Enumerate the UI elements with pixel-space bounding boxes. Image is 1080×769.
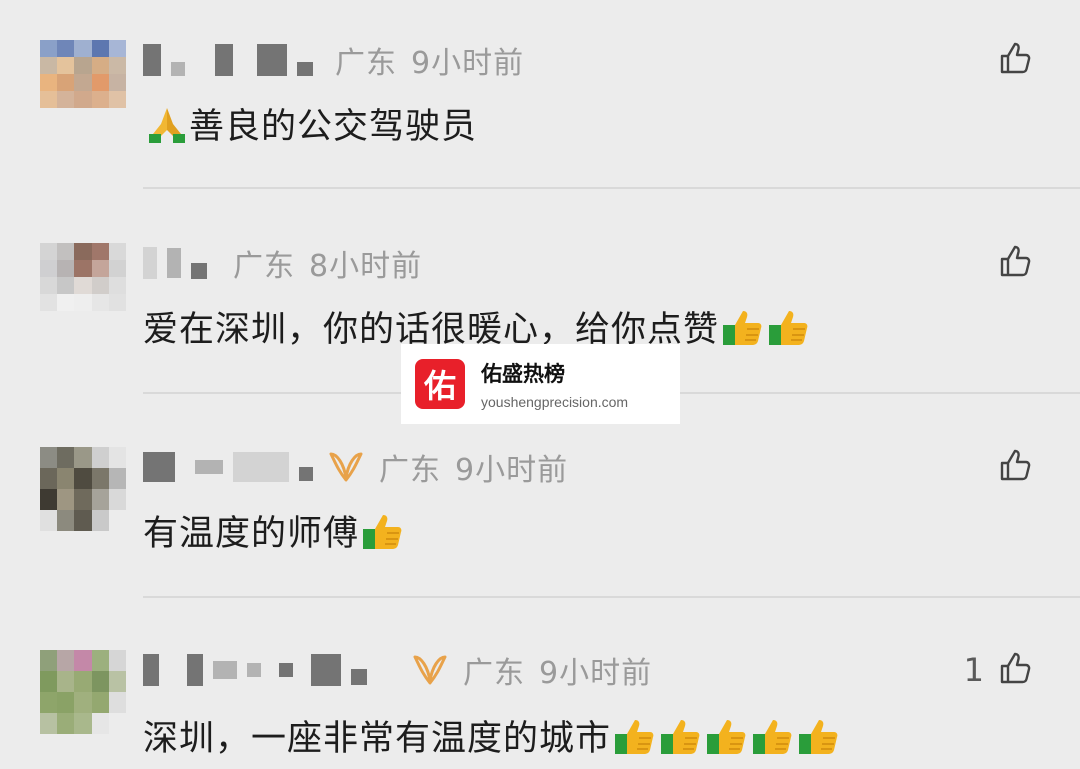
thumbs-up-icon [767,307,811,347]
thumbs-up-icon [361,511,405,551]
comment-region: 广东 [463,656,525,691]
thumbs-up-icon [659,716,703,756]
avatar[interactable] [40,650,126,734]
watermark-url: youshengprecision.com [481,394,629,410]
comment-body: 善良的公交驾驶员 [189,107,478,147]
thumbs-up-icon [613,716,657,756]
comment-region: 广东 [335,46,397,81]
comment-time: 9小时前 [411,46,525,81]
comment-region: 广东 [233,249,295,284]
avatar[interactable] [40,40,126,108]
like-button[interactable] [984,40,1034,80]
divider [143,596,1080,598]
comment-time: 9小时前 [455,453,569,488]
thumbs-up-outline-icon[interactable] [998,447,1034,487]
like-button[interactable] [984,243,1034,283]
avatar[interactable] [40,447,126,531]
like-count: 1 [963,651,984,689]
username-redacted[interactable] [143,452,313,482]
comment-region: 广东 [379,453,441,488]
thumbs-up-outline-icon[interactable] [998,40,1034,80]
member-badge-icon [327,450,365,484]
comment-text: 有温度的师傅 [143,505,405,556]
username-redacted[interactable] [143,247,207,279]
thumbs-up-outline-icon[interactable] [998,650,1034,690]
comment-text: 善良的公交驾驶员 [143,98,477,149]
thumbs-up-icon [797,716,841,756]
thumbs-up-icon [721,307,765,347]
watermark-text: 佑盛热榜 youshengprecision.com [481,358,628,410]
watermark-logo: 佑 [415,359,465,409]
comment-text: 深圳，一座非常有温度的城市 [143,710,841,761]
watermark-title: 佑盛热榜 [481,362,565,386]
thumbs-up-outline-icon[interactable] [998,243,1034,283]
comment-time: 9小时前 [539,656,653,691]
comment-meta: 广东 9小时前 [143,650,653,691]
comment-body: 有温度的师傅 [143,514,360,554]
folded-hands-icon [145,104,189,144]
username-redacted[interactable] [143,44,313,76]
avatar[interactable] [40,243,126,311]
comment-body: 深圳，一座非常有温度的城市 [143,719,612,759]
comment-meta: 广东 8小时前 [143,243,423,284]
thumbs-up-icon [751,716,795,756]
username-redacted[interactable] [143,654,367,686]
comment-meta: 广东 9小时前 [143,447,569,488]
like-button[interactable]: 1 [964,650,1034,690]
watermark: 佑 佑盛热榜 youshengprecision.com [401,344,680,424]
thumbs-up-icon [705,716,749,756]
like-button[interactable] [984,447,1034,487]
member-badge-icon [411,653,449,687]
comment-time: 8小时前 [309,249,423,284]
comment-meta: 广东 9小时前 [143,40,525,81]
divider [143,187,1080,189]
